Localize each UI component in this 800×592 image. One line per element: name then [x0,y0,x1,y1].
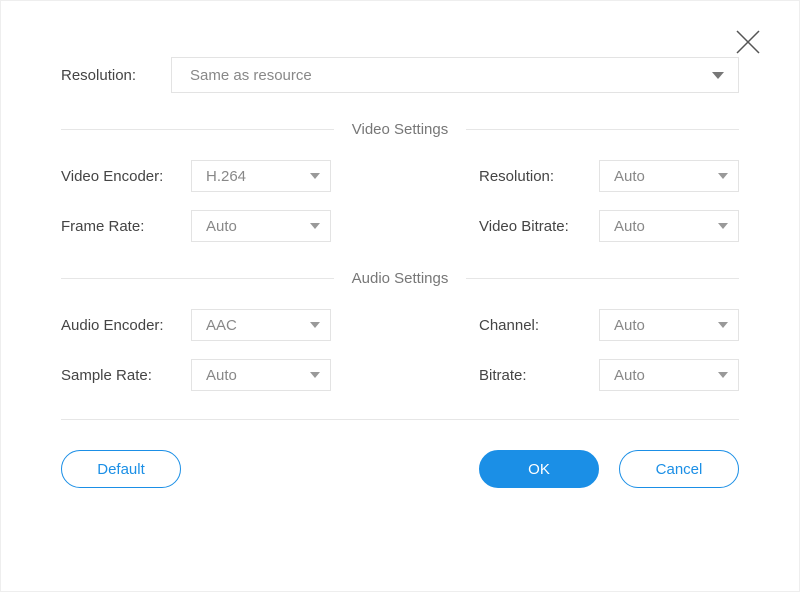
chevron-down-icon [718,372,728,378]
dialog-footer: Default OK Cancel [61,450,739,488]
ok-button[interactable]: OK [479,450,599,488]
audio-bitrate-select[interactable]: Auto [599,359,739,391]
divider-line [466,129,739,130]
top-resolution-value: Same as resource [190,67,312,84]
top-resolution-select[interactable]: Same as resource [171,57,739,93]
footer-divider [61,419,739,420]
audio-encoder-label: Audio Encoder: [61,317,191,334]
audio-settings-grid: Audio Encoder: AAC Channel: Auto Sample … [61,309,739,391]
close-button[interactable] [733,27,763,57]
video-encoder-label: Video Encoder: [61,168,191,185]
video-resolution-select[interactable]: Auto [599,160,739,192]
chevron-down-icon [310,173,320,179]
video-resolution-value: Auto [614,168,718,185]
sample-rate-value: Auto [206,367,310,384]
video-encoder-select[interactable]: H.264 [191,160,331,192]
chevron-down-icon [310,322,320,328]
video-bitrate-value: Auto [614,218,718,235]
sample-rate-select[interactable]: Auto [191,359,331,391]
channel-select[interactable]: Auto [599,309,739,341]
chevron-down-icon [712,72,724,79]
top-resolution-label: Resolution: [61,67,153,84]
channel-label: Channel: [479,317,599,334]
default-button[interactable]: Default [61,450,181,488]
audio-bitrate-value: Auto [614,367,718,384]
top-resolution-row: Resolution: Same as resource [61,57,739,93]
video-bitrate-select[interactable]: Auto [599,210,739,242]
video-section-header: Video Settings [61,121,739,138]
audio-section-header: Audio Settings [61,270,739,287]
chevron-down-icon [718,322,728,328]
video-settings-grid: Video Encoder: H.264 Resolution: Auto Fr… [61,160,739,242]
chevron-down-icon [718,223,728,229]
frame-rate-select[interactable]: Auto [191,210,331,242]
video-bitrate-label: Video Bitrate: [479,218,599,235]
chevron-down-icon [718,173,728,179]
video-encoder-value: H.264 [206,168,310,185]
divider-line [61,278,334,279]
frame-rate-value: Auto [206,218,310,235]
audio-bitrate-label: Bitrate: [479,367,599,384]
cancel-button[interactable]: Cancel [619,450,739,488]
frame-rate-label: Frame Rate: [61,218,191,235]
divider-line [61,129,334,130]
chevron-down-icon [310,372,320,378]
video-resolution-label: Resolution: [479,168,599,185]
divider-line [466,278,739,279]
close-icon [733,27,763,57]
settings-dialog: Resolution: Same as resource Video Setti… [0,0,800,592]
chevron-down-icon [310,223,320,229]
channel-value: Auto [614,317,718,334]
audio-encoder-value: AAC [206,317,310,334]
sample-rate-label: Sample Rate: [61,367,191,384]
audio-encoder-select[interactable]: AAC [191,309,331,341]
audio-section-title: Audio Settings [344,270,457,287]
video-section-title: Video Settings [344,121,456,138]
